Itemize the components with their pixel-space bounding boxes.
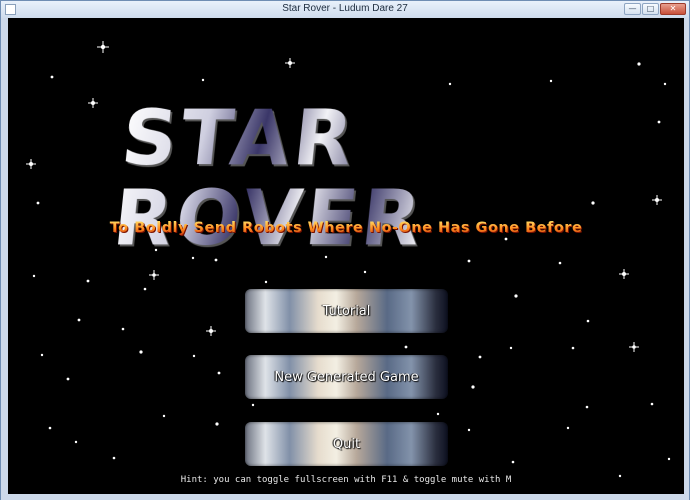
star bbox=[566, 426, 570, 430]
star bbox=[77, 318, 81, 322]
star bbox=[206, 326, 216, 336]
star bbox=[586, 319, 590, 323]
star bbox=[467, 428, 471, 432]
star bbox=[86, 279, 90, 283]
star bbox=[192, 354, 196, 358]
star bbox=[112, 456, 116, 460]
star bbox=[404, 345, 408, 349]
star bbox=[629, 342, 639, 352]
close-button[interactable]: ✕ bbox=[660, 3, 686, 15]
star bbox=[650, 402, 654, 406]
title-bar[interactable]: Star Rover - Ludum Dare 27 — □ ✕ bbox=[1, 1, 689, 18]
quit-button[interactable]: Quit bbox=[245, 422, 448, 466]
star bbox=[74, 440, 78, 444]
star bbox=[285, 58, 295, 68]
star bbox=[549, 79, 553, 83]
star bbox=[66, 377, 70, 381]
star bbox=[514, 294, 518, 298]
star bbox=[88, 98, 98, 108]
hint-text: Hint: you can toggle fullscreen with F11… bbox=[180, 475, 512, 485]
star bbox=[215, 422, 219, 426]
star bbox=[121, 327, 125, 331]
star bbox=[471, 385, 475, 389]
star bbox=[558, 261, 562, 265]
tutorial-button[interactable]: Tutorial bbox=[245, 289, 448, 333]
star bbox=[149, 270, 159, 280]
window-controls: — □ ✕ bbox=[624, 3, 686, 15]
window-bottom-border bbox=[1, 494, 689, 500]
window-title: Star Rover - Ludum Dare 27 bbox=[282, 3, 408, 14]
star bbox=[251, 403, 255, 407]
game-canvas[interactable]: STAR ROVER To Boldly Send Robots Where N… bbox=[8, 18, 684, 494]
star bbox=[509, 346, 513, 350]
star bbox=[585, 405, 589, 409]
star bbox=[26, 159, 36, 169]
star bbox=[667, 457, 671, 461]
star bbox=[139, 350, 143, 354]
star bbox=[143, 287, 147, 291]
star bbox=[97, 41, 109, 53]
star bbox=[657, 120, 661, 124]
star bbox=[591, 201, 595, 205]
star bbox=[48, 426, 52, 430]
star bbox=[264, 280, 268, 284]
star bbox=[619, 269, 629, 279]
star bbox=[36, 201, 40, 205]
star bbox=[162, 414, 166, 418]
star bbox=[448, 82, 452, 86]
minimize-button[interactable]: — bbox=[624, 3, 641, 15]
star bbox=[363, 270, 367, 274]
star bbox=[478, 355, 482, 359]
star bbox=[511, 460, 515, 464]
star bbox=[663, 82, 667, 86]
star bbox=[436, 412, 440, 416]
app-window: Star Rover - Ludum Dare 27 — □ ✕ STAR RO… bbox=[0, 0, 690, 500]
star bbox=[467, 259, 471, 263]
star bbox=[571, 346, 575, 350]
star bbox=[32, 274, 36, 278]
star bbox=[40, 353, 44, 357]
star bbox=[201, 78, 205, 82]
star bbox=[217, 371, 221, 375]
maximize-button[interactable]: □ bbox=[642, 3, 659, 15]
star bbox=[637, 62, 641, 66]
star bbox=[50, 75, 54, 79]
new-game-button[interactable]: New Generated Game bbox=[245, 355, 448, 399]
logo-tagline: To Boldly Send Robots Where No-One Has G… bbox=[8, 220, 684, 236]
star bbox=[652, 195, 662, 205]
